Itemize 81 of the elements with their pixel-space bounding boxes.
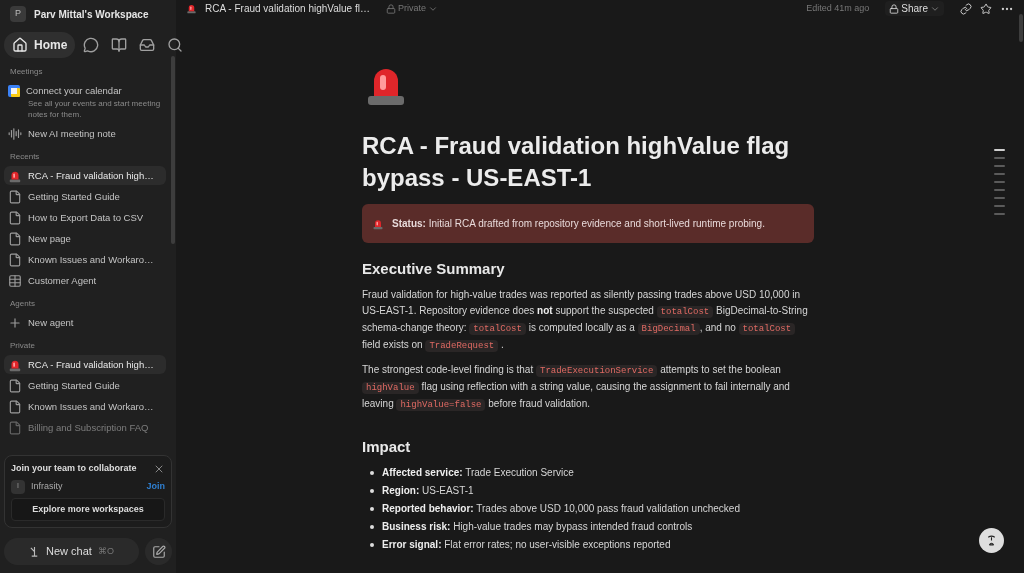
page-icon	[8, 420, 22, 435]
bullet-icon	[370, 525, 374, 529]
bullet-icon	[370, 507, 374, 511]
card-title: Join your team to collaborate	[11, 462, 137, 475]
outline-mark[interactable]	[994, 165, 1005, 167]
item-description: See all your events and start meeting notes for them.	[27, 98, 162, 120]
page-icon	[186, 3, 197, 14]
new-chat-button[interactable]: New chat ⌘O	[4, 538, 139, 565]
calendar-icon	[8, 84, 20, 97]
sidebar-item[interactable]: Connect your calendar See all your events and start meeting notes for them.	[4, 81, 166, 122]
page-icon	[8, 378, 22, 393]
bullet-icon	[370, 489, 374, 493]
compose-icon	[151, 544, 166, 559]
lock-icon	[889, 3, 900, 14]
paragraph: The strongest code-level finding is that TradeExecutionService attempts to set the boolean highValue flag using reflection with a string value, causing the assignment to fail internally and leaving highValue=false before fraud validation.	[362, 363, 791, 413]
sidebar-item[interactable]: Known Issues and Workaro…	[4, 397, 166, 416]
list-item: Business risk: High-value trades may bypass intended fraud controls	[382, 520, 693, 534]
outline-mark[interactable]	[994, 197, 1005, 199]
explore-button[interactable]: Explore more workspaces	[11, 497, 165, 521]
home-tab[interactable]: Home	[4, 32, 76, 58]
sidebar-item[interactable]: New agent	[4, 313, 166, 332]
list-item: Error signal: Flat error rates; no user-visible exceptions reported	[382, 538, 671, 552]
sidebar-item[interactable]: New page	[4, 229, 166, 248]
bullet-icon	[370, 471, 374, 475]
table-icon	[8, 273, 22, 288]
list-item: Region: US-EAST-1	[382, 484, 474, 498]
plus-icon	[8, 315, 22, 330]
share-button[interactable]: Share	[885, 1, 944, 16]
sidebar-item[interactable]: New AI meeting note	[4, 124, 166, 143]
scrollbar[interactable]	[1019, 14, 1023, 42]
section-title: Recents	[9, 151, 41, 162]
section-title: Private	[9, 340, 36, 351]
outline-mark[interactable]	[994, 149, 1005, 151]
paragraph: Fraud validation for high-value trades was reported as silently passing trades above USD 10,000 in US-EAST-1. Repository evidence does not support the suspected totalCost BigDecimal-to-String schema-change theory: totalCost is computed locally as a BigDecimal , and no totalCost field exists on TradeRequest .	[362, 288, 809, 354]
page-icon	[8, 252, 22, 267]
outline-mark[interactable]	[994, 205, 1005, 207]
outline-mark[interactable]	[994, 189, 1005, 191]
link-icon[interactable]	[960, 2, 972, 15]
list-item: Affected service: Trade Execution Service	[382, 466, 574, 480]
edited-time: Edited 41m ago	[806, 1, 870, 15]
inbox-icon	[139, 37, 156, 53]
sidebar-item[interactable]: Getting Started Guide	[4, 376, 166, 395]
workspace-avatar: P	[10, 6, 26, 22]
outline-mark[interactable]	[994, 181, 1005, 183]
page-icon	[8, 231, 22, 246]
workspace-name: Infrasity	[31, 479, 63, 493]
sidebar-item[interactable]: Known Issues and Workaro…	[4, 250, 166, 269]
compose-button[interactable]	[145, 538, 172, 565]
page-icon	[8, 210, 22, 225]
sidebar-item[interactable]: RCA - Fraud validation high…	[4, 166, 166, 185]
page-icon	[8, 399, 22, 414]
section-heading: Impact	[362, 437, 412, 457]
workspace-name[interactable]: Parv Mittal's Workspace	[34, 6, 149, 22]
page-icon	[8, 189, 22, 204]
breadcrumb-title[interactable]: RCA - Fraud validation highValue fl…	[205, 1, 370, 16]
chat-icon	[83, 37, 100, 53]
sidebar-item[interactable]: Billing and Subscription FAQ	[4, 418, 166, 437]
book-icon	[111, 37, 128, 53]
outline-mark[interactable]	[994, 157, 1005, 159]
join-button[interactable]: Join	[146, 479, 165, 494]
page-title: RCA - Fraud validation highValue flag bypass - US-EAST-1	[362, 131, 791, 193]
list-item: Reported behavior: Trades above USD 10,000 pass fraud validation unchecked	[382, 502, 740, 516]
section-title: Agents	[9, 298, 36, 309]
search-icon	[167, 37, 184, 53]
siren-icon	[372, 217, 384, 230]
outline-mark[interactable]	[994, 213, 1005, 215]
sidebar-item[interactable]: Getting Started Guide	[4, 187, 166, 206]
star-icon[interactable]	[980, 2, 992, 15]
callout-text: Status: Initial RCA drafted from repository evidence and short-lived runtime probing.	[392, 217, 765, 231]
privacy-menu[interactable]: Private	[385, 1, 438, 16]
section-heading: Executive Summary	[362, 259, 506, 279]
bullet-icon	[370, 543, 374, 547]
lock-icon	[385, 3, 396, 14]
assistant-button[interactable]	[979, 528, 1004, 553]
sidebar-item[interactable]: Customer Agent	[4, 271, 166, 290]
outline-mark[interactable]	[994, 173, 1005, 175]
waveform-icon	[8, 126, 22, 141]
section-title: Meetings	[9, 66, 44, 77]
sidebar-item[interactable]: How to Export Data to CSV	[4, 208, 166, 227]
sidebar-item[interactable]: RCA - Fraud validation high…	[4, 355, 166, 374]
house-icon	[12, 37, 28, 53]
